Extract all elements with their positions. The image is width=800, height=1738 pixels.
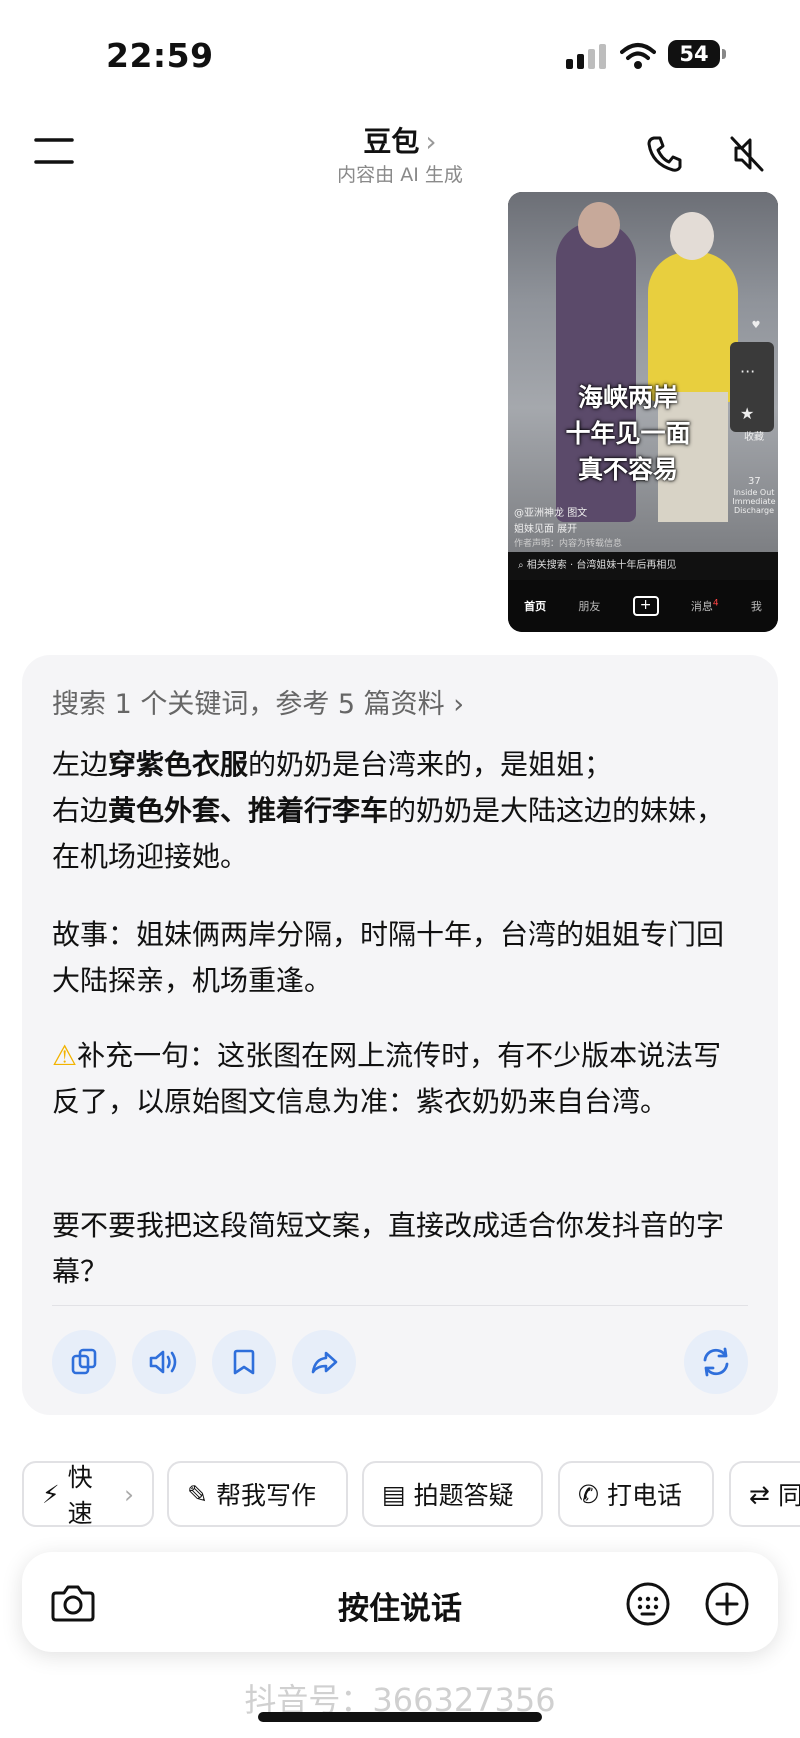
nav-messages: 消息4	[690, 598, 719, 613]
answer-paragraph-2: 故事：姐妹俩两岸分隔，时隔十年，台湾的姐姐专门回大陆探亲，机场重逢。	[52, 918, 725, 997]
document-search-icon: ▤	[382, 1479, 406, 1509]
divider	[52, 1305, 748, 1306]
video-frame: 海峡两岸 十年见一面 真不容易 ♥ ··· ★ 收藏 37 Inside Out…	[508, 192, 778, 552]
copy-button[interactable]	[52, 1330, 116, 1394]
video-caption: 姐妹见面 展开	[514, 524, 578, 535]
search-icon: ⌕	[518, 560, 524, 571]
side-ad-text: Inside Out Immediate Discharge	[732, 488, 776, 515]
answer-paragraph-1: 左边穿紫色衣服的奶奶是台湾来的，是姐姐； 右边黄色外套、推着行李车的奶奶是大陆这…	[52, 748, 725, 873]
sync-icon: ⇄	[749, 1479, 770, 1509]
plus-icon: +	[632, 596, 659, 616]
chevron-right-icon: ›	[425, 125, 437, 158]
video-overlay-line: 海峡两岸	[577, 383, 678, 412]
nav-home: 首页	[524, 600, 547, 613]
chip-fast-mode[interactable]: ⚡ 快速 ›	[22, 1461, 154, 1528]
chip-help-write[interactable]: ✎ 帮我写作	[167, 1461, 348, 1527]
video-notice: 作者声明：内容为转载信息	[514, 539, 623, 549]
video-overlay-line: 十年见一面	[565, 419, 691, 448]
chip-photo-question[interactable]: ▤ 拍题答疑	[362, 1461, 543, 1527]
chevron-right-icon: ›	[453, 689, 465, 720]
favorite-count: 收藏	[744, 432, 764, 443]
share-icon	[311, 1351, 338, 1374]
phone-call-icon[interactable]	[644, 134, 684, 174]
regenerate-button[interactable]	[684, 1330, 748, 1394]
answer-paragraph-4: 要不要我把这段简短文案，直接改成适合你发抖音的字幕？	[52, 1209, 725, 1288]
share-button[interactable]	[292, 1330, 356, 1394]
video-author: @亚洲神龙 图文	[514, 508, 588, 519]
heart-icon: ♥	[751, 320, 761, 331]
person-head	[578, 202, 620, 248]
lightning-icon: ⚡	[42, 1479, 60, 1509]
edit-icon: ✎	[187, 1479, 208, 1509]
nav-me: 我	[750, 600, 762, 613]
home-indicator	[258, 1712, 542, 1722]
side-count: 37	[748, 476, 761, 487]
status-time: 22:59	[106, 36, 214, 75]
app-bottom-nav: 首页 朋友 + 消息4 我	[508, 580, 778, 632]
wifi-icon	[620, 43, 656, 69]
shared-video-card[interactable]: 海峡两岸 十年见一面 真不容易 ♥ ··· ★ 收藏 37 Inside Out…	[508, 192, 778, 632]
read-aloud-button[interactable]	[132, 1330, 196, 1394]
speaker-muted-icon[interactable]	[726, 134, 766, 174]
plus-circle-icon[interactable]	[703, 1580, 751, 1628]
person-head	[670, 212, 714, 260]
bookmark-icon	[233, 1349, 255, 1375]
answer-paragraph-3: ⚠补充一句：这张图在网上流传时，有不少版本说法写反了，以原始图文信息为准：紫衣奶…	[52, 1039, 722, 1118]
video-overlay-line: 真不容易	[577, 455, 678, 484]
warning-icon: ⚠	[52, 1039, 78, 1072]
cellular-signal-icon	[566, 44, 606, 69]
refresh-icon	[703, 1347, 729, 1377]
speaker-icon	[149, 1350, 177, 1374]
phone-icon: ✆	[578, 1479, 599, 1509]
chip-more[interactable]: ⇄ 同	[729, 1461, 800, 1527]
battery-indicator: 54	[668, 40, 726, 68]
related-search-bar[interactable]: ⌕ 相关搜索 · 台湾姐妹十年后再相见	[508, 552, 778, 580]
search-references-link[interactable]: 搜索 1 个关键词，参考 5 篇资料 ›	[52, 682, 464, 721]
nav-friends: 朋友	[578, 600, 601, 613]
copy-icon	[71, 1348, 97, 1375]
bookmark-button[interactable]	[212, 1330, 276, 1394]
chevron-right-icon: ›	[124, 1479, 134, 1509]
keyboard-icon[interactable]	[624, 1580, 672, 1628]
star-icon: ★	[740, 404, 755, 423]
chip-call[interactable]: ✆ 打电话	[558, 1461, 714, 1527]
more-dots-icon: ···	[740, 362, 756, 381]
